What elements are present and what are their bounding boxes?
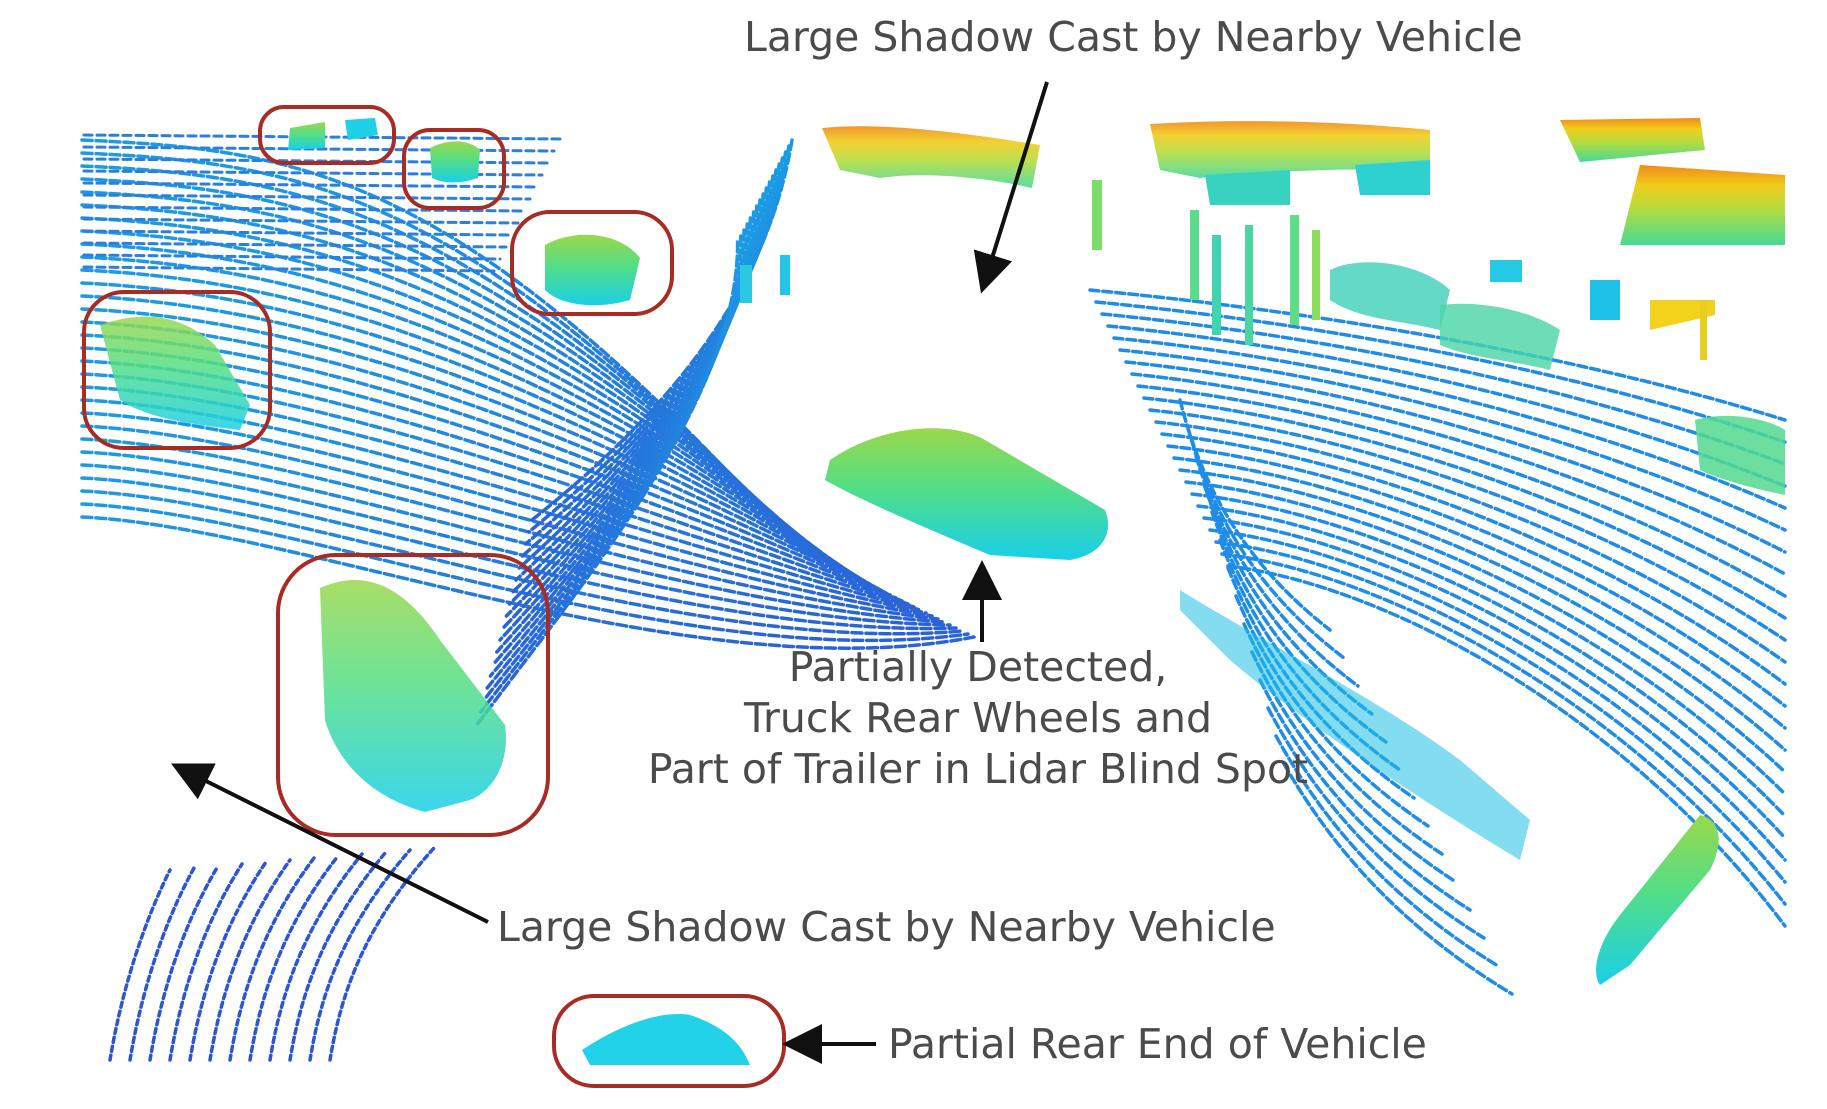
annotation-truck-blind-spot: Partially Detected, Truck Rear Wheels an… — [644, 642, 1312, 795]
annotation-truck-line-3: Part of Trailer in Lidar Blind Spot — [647, 745, 1309, 793]
scan-ring — [128, 866, 196, 1062]
scan-line — [82, 193, 532, 201]
scan-ring — [108, 868, 172, 1062]
annotation-shadow-top: Large Shadow Cast by Nearby Vehicle — [744, 13, 1523, 61]
annotation-truck-line-2: Truck Rear Wheels and — [744, 694, 1212, 742]
annotation-rear-end: Partial Rear End of Vehicle — [888, 1020, 1427, 1068]
annotation-truck-line-1: Partially Detected, — [788, 643, 1168, 691]
scan-ring — [148, 864, 220, 1062]
scan-ring — [80, 398, 922, 612]
scan-line — [82, 241, 508, 249]
scan-line — [82, 265, 496, 273]
scan-ring — [328, 846, 436, 1062]
arrow-to-top-shadow — [973, 81, 1049, 294]
scan-line — [82, 181, 538, 189]
ground-scan-rings-near — [108, 846, 436, 1062]
annotation-shadow-bottom: Large Shadow Cast by Nearby Vehicle — [497, 903, 1276, 951]
scan-line — [82, 253, 502, 261]
ground-scan-rings-left — [80, 138, 976, 726]
